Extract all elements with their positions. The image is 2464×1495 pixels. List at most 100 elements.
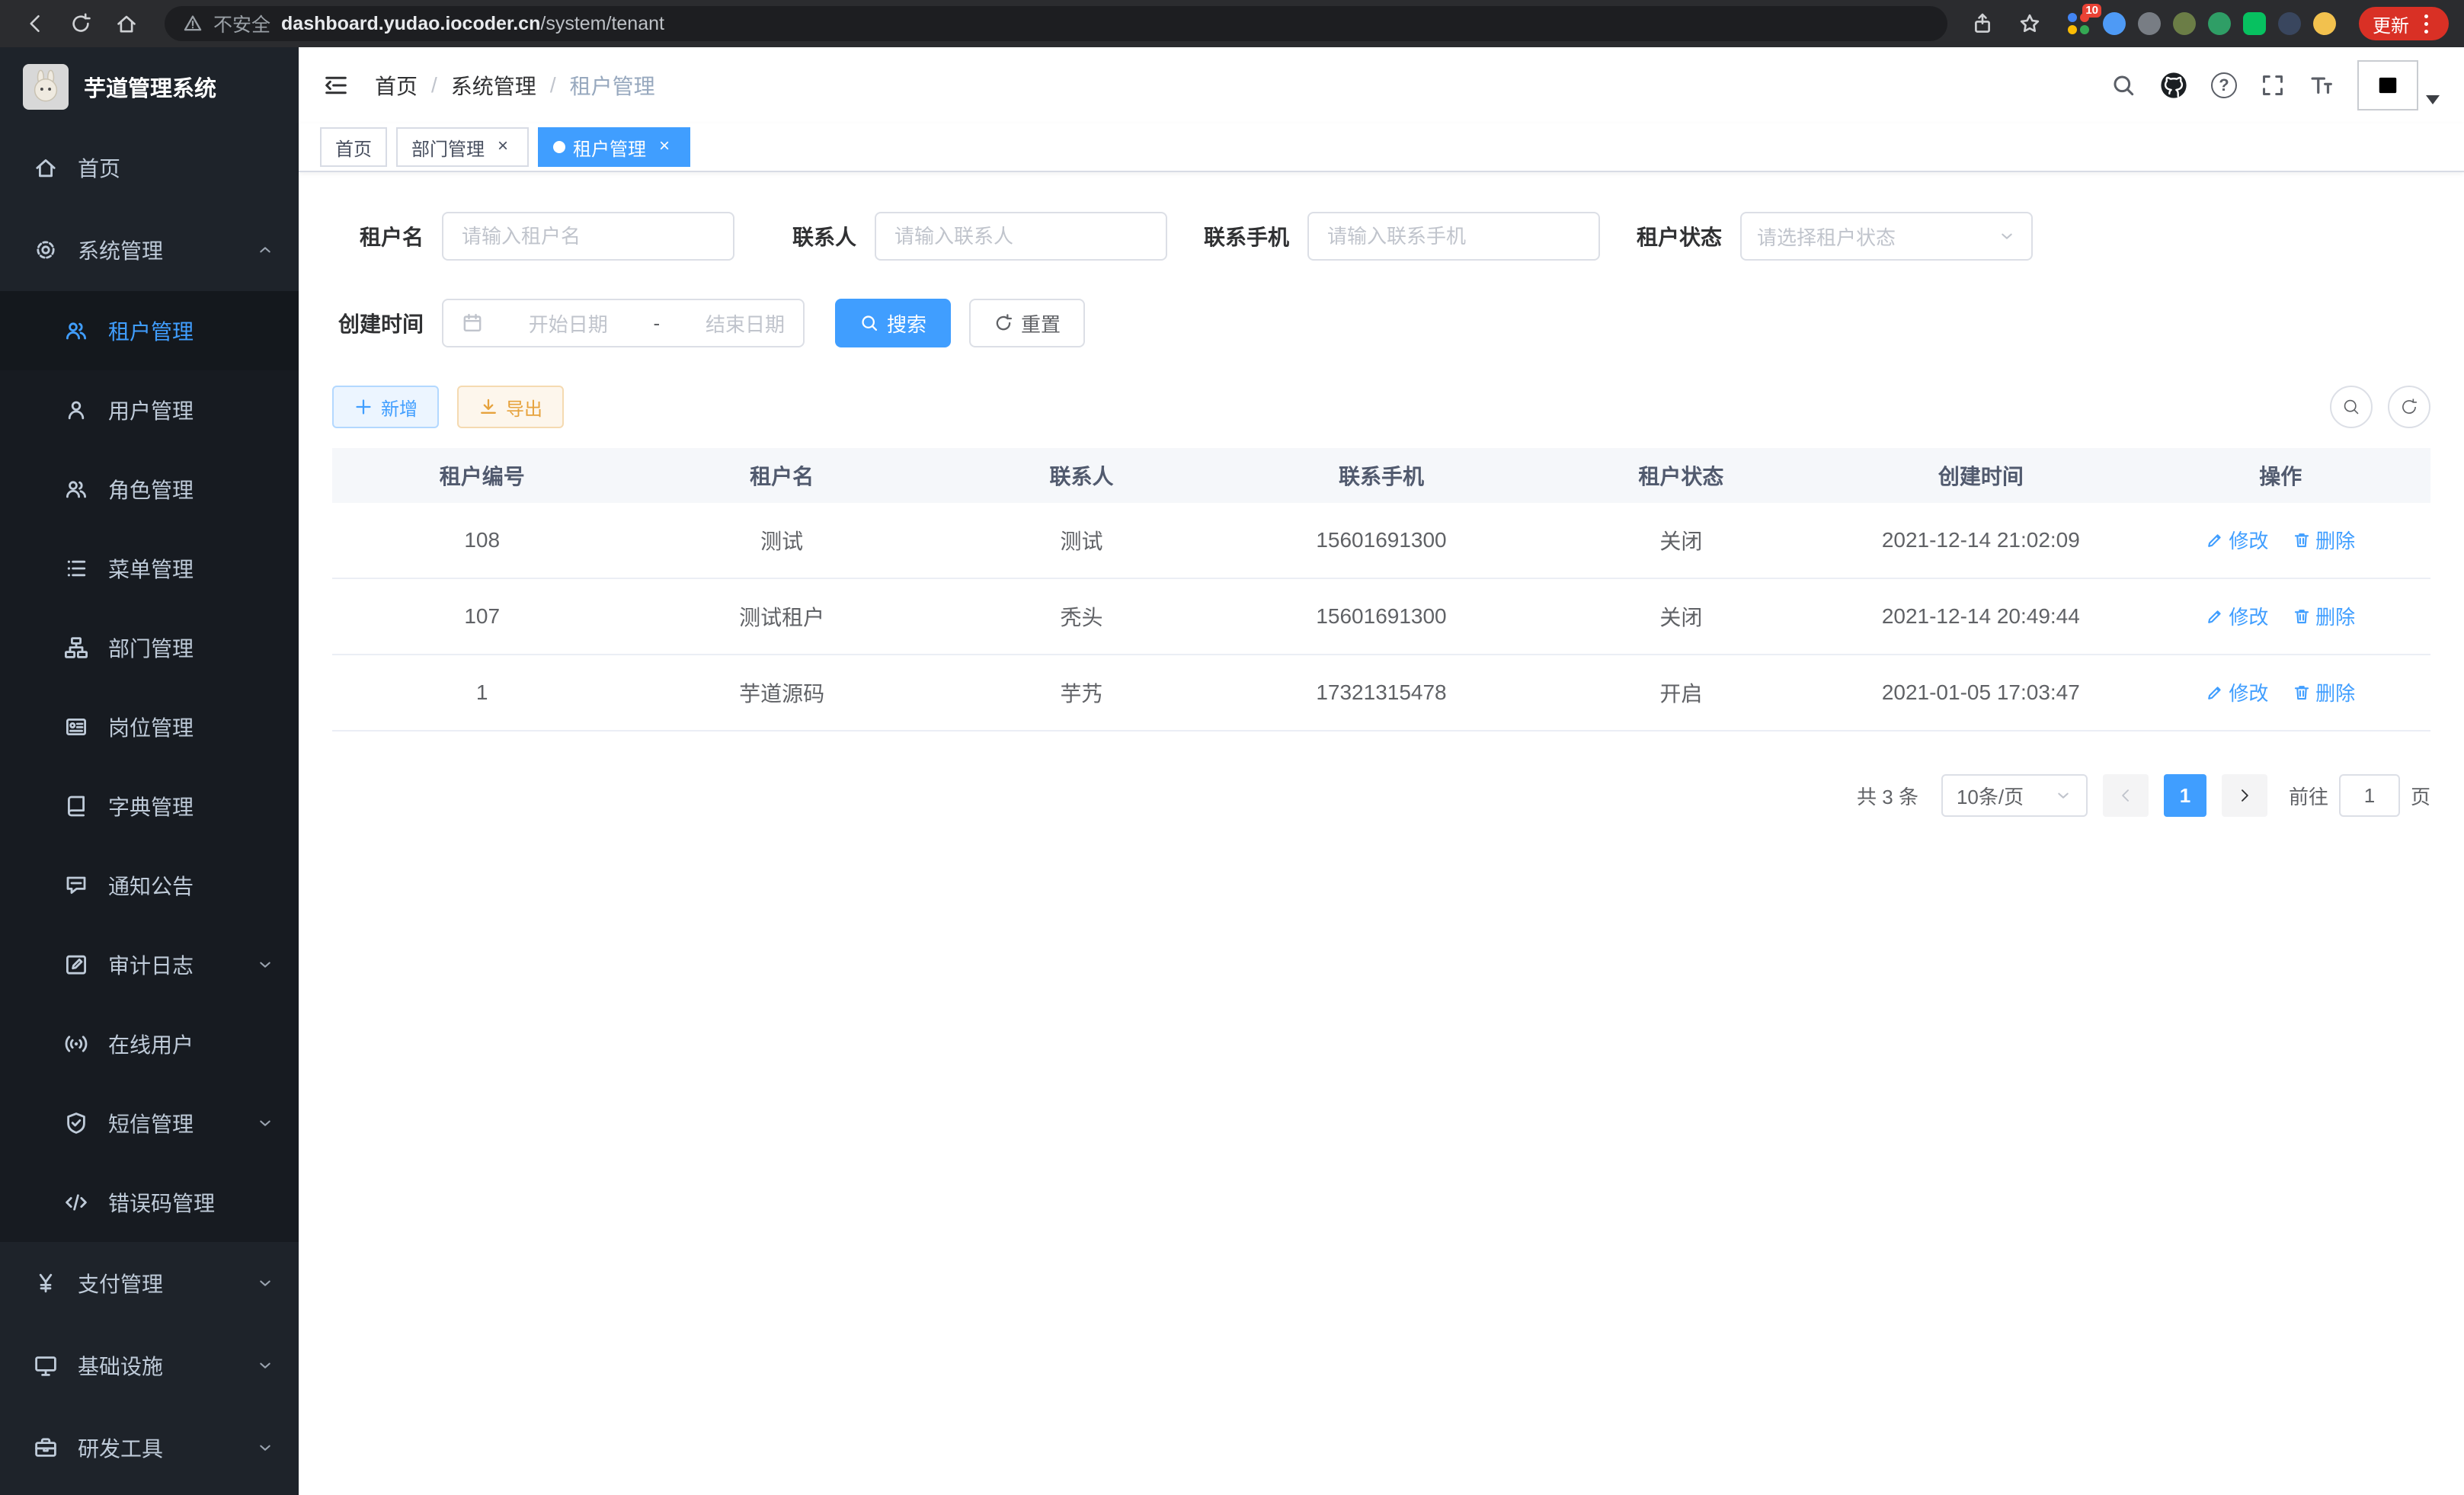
- pagination-page-1[interactable]: 1: [2164, 774, 2206, 817]
- export-button[interactable]: 导出: [457, 386, 564, 428]
- sidebar-item-home[interactable]: 首页: [0, 126, 299, 209]
- audit-log-icon: [64, 952, 88, 977]
- contact-input[interactable]: [875, 212, 1167, 261]
- table-row: 1 芋道源码 芋艿 17321315478 开启 2021-01-05 17:0…: [332, 655, 2430, 731]
- tab-tenant[interactable]: 租户管理 ×: [538, 127, 690, 167]
- help-icon[interactable]: ?: [2211, 72, 2237, 98]
- breadcrumb-item-system[interactable]: 系统管理: [451, 70, 536, 101]
- sidebar-item-notice[interactable]: 通知公告: [0, 846, 299, 925]
- sidebar-item-audit[interactable]: 审计日志: [0, 925, 299, 1004]
- extension-icon[interactable]: [2103, 12, 2126, 35]
- extension-icon[interactable]: [2278, 12, 2301, 35]
- chevron-up-icon: [256, 241, 274, 259]
- refresh-icon: [994, 313, 1013, 333]
- sidebar-toggle-icon[interactable]: [323, 72, 349, 98]
- sidebar-item-devtools[interactable]: 研发工具: [0, 1407, 299, 1489]
- close-icon[interactable]: ×: [654, 136, 675, 158]
- filter-status: 租户状态 请选择租户状态: [1630, 212, 2033, 261]
- tab-home[interactable]: 首页: [320, 127, 387, 167]
- post-badge-icon: [64, 715, 88, 739]
- sidebar-item-system[interactable]: 系统管理: [0, 209, 299, 291]
- extension-icon[interactable]: [2208, 12, 2231, 35]
- refresh-table-button[interactable]: [2388, 386, 2430, 428]
- sidebar-item-dict[interactable]: 字典管理: [0, 767, 299, 846]
- notice-chat-icon: [64, 873, 88, 898]
- date-range-picker[interactable]: 开始日期 - 结束日期: [442, 299, 805, 347]
- edit-link[interactable]: 修改: [2206, 602, 2268, 630]
- tenant-name-input[interactable]: [442, 212, 734, 261]
- sidebar-item-payment[interactable]: 支付管理: [0, 1242, 299, 1324]
- add-button[interactable]: 新增: [332, 386, 439, 428]
- sidebar-item-post[interactable]: 岗位管理: [0, 687, 299, 767]
- search-button[interactable]: 搜索: [835, 299, 951, 347]
- tenant-users-icon: [64, 319, 88, 343]
- extension-icon[interactable]: [2313, 12, 2336, 35]
- search-icon[interactable]: [2110, 72, 2136, 98]
- page-size-select[interactable]: 10条/页: [1941, 774, 2088, 817]
- cell-tenant-id: 108: [332, 528, 632, 552]
- sidebar-item-sms[interactable]: 短信管理: [0, 1084, 299, 1163]
- dictionary-book-icon: [64, 794, 88, 818]
- delete-link[interactable]: 删除: [2293, 602, 2355, 630]
- browser-home-button[interactable]: [107, 5, 146, 42]
- avatar[interactable]: [2357, 60, 2418, 110]
- font-size-icon[interactable]: [2309, 72, 2334, 98]
- cell-tenant-id: 107: [332, 604, 632, 629]
- tenant-table: 租户编号 租户名 联系人 联系手机 租户状态 创建时间 操作 108 测试 测试…: [332, 448, 2430, 731]
- calendar-icon: [462, 312, 483, 334]
- extension-icon[interactable]: [2173, 12, 2196, 35]
- status-select[interactable]: 请选择租户状态: [1740, 212, 2033, 261]
- pencil-icon: [2206, 683, 2224, 702]
- sidebar-item-menu[interactable]: 菜单管理: [0, 529, 299, 608]
- sidebar-item-role[interactable]: 角色管理: [0, 450, 299, 529]
- cell-created: 2021-12-14 20:49:44: [1831, 604, 2130, 629]
- sidebar-item-user[interactable]: 用户管理: [0, 370, 299, 450]
- edit-link[interactable]: 修改: [2206, 526, 2268, 554]
- tab-dept[interactable]: 部门管理 ×: [396, 127, 529, 167]
- date-end-placeholder[interactable]: 结束日期: [706, 309, 785, 338]
- cell-created: 2021-01-05 17:03:47: [1831, 680, 2130, 705]
- delete-link[interactable]: 删除: [2293, 678, 2355, 706]
- pagination-next-button[interactable]: [2222, 774, 2267, 817]
- share-icon[interactable]: [1966, 5, 1999, 42]
- sidebar: 芋道管理系统 首页 系统管理 租户管理: [0, 47, 299, 1495]
- close-icon[interactable]: ×: [492, 136, 514, 158]
- filter-row-1: 租户名 联系人 联系手机 租户状态 请选择租户状态: [332, 212, 2430, 261]
- date-start-placeholder[interactable]: 开始日期: [529, 309, 608, 338]
- error-code-icon: [64, 1190, 88, 1215]
- browser-update-button[interactable]: 更新: [2359, 7, 2449, 40]
- top-header: 首页 / 系统管理 / 租户管理 ?: [299, 47, 2464, 123]
- update-label: 更新: [2373, 11, 2409, 37]
- filter-create-time: 创建时间 开始日期 - 结束日期: [332, 299, 805, 347]
- sidebar-item-infrastructure[interactable]: 基础设施: [0, 1324, 299, 1407]
- edit-link[interactable]: 修改: [2206, 678, 2268, 706]
- chevron-down-icon: [256, 1439, 274, 1457]
- cell-status: 关闭: [1531, 601, 1831, 632]
- extensions-menu-icon[interactable]: 10: [2066, 11, 2091, 36]
- url-domain: dashboard.yudao.iocoder.cn: [281, 13, 540, 34]
- tenant-name-label: 租户名: [332, 221, 424, 251]
- phone-input[interactable]: [1307, 212, 1600, 261]
- browser-back-button[interactable]: [15, 5, 55, 42]
- sidebar-item-tenant[interactable]: 租户管理: [0, 291, 299, 370]
- bookmark-star-icon[interactable]: [2013, 5, 2046, 42]
- sidebar-item-dept[interactable]: 部门管理: [0, 608, 299, 687]
- delete-link[interactable]: 删除: [2293, 526, 2355, 554]
- github-icon[interactable]: [2159, 71, 2188, 100]
- breadcrumb-item-home[interactable]: 首页: [375, 70, 418, 101]
- extension-icon[interactable]: [2243, 12, 2266, 35]
- security-label[interactable]: 不安全: [213, 10, 270, 37]
- toggle-search-button[interactable]: [2330, 386, 2373, 428]
- browser-menu-icon[interactable]: [2417, 13, 2435, 34]
- pagination-goto-input[interactable]: [2339, 774, 2400, 817]
- address-bar[interactable]: 不安全 dashboard.yudao.iocoder.cn/system/te…: [165, 6, 1947, 41]
- user-menu[interactable]: [2357, 60, 2440, 110]
- sidebar-item-online[interactable]: 在线用户: [0, 1004, 299, 1084]
- reset-button[interactable]: 重置: [969, 299, 1085, 347]
- goto-prefix: 前往: [2289, 782, 2328, 810]
- pagination-prev-button[interactable]: [2103, 774, 2149, 817]
- sidebar-item-errorcode[interactable]: 错误码管理: [0, 1163, 299, 1242]
- browser-reload-button[interactable]: [61, 5, 101, 42]
- extension-icon[interactable]: [2138, 12, 2161, 35]
- fullscreen-icon[interactable]: [2260, 72, 2286, 98]
